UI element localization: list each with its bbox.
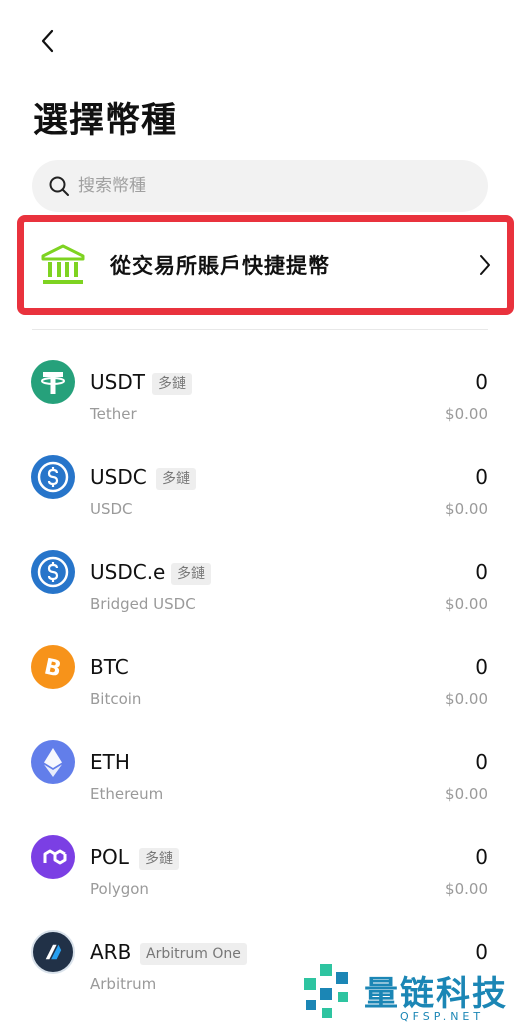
token-amount: 0 [475, 750, 488, 774]
token-chain-tag: Arbitrum One [140, 943, 247, 965]
token-symbol: ARB [90, 940, 132, 964]
watermark-subtext: QFSP.NET [400, 1010, 485, 1023]
token-amount: 0 [475, 560, 488, 584]
token-value: $0.00 [445, 785, 488, 803]
token-row-usdc-e[interactable]: USDC.e 多鏈 Bridged USDC 0 $0.00 [0, 526, 520, 621]
token-value: $0.00 [445, 405, 488, 423]
token-chain-tag: 多鏈 [156, 468, 196, 490]
svg-text:B: B [42, 654, 64, 682]
quick-withdraw-highlight: 從交易所賬戶快捷提幣 [17, 215, 514, 315]
token-name: Arbitrum [90, 975, 157, 993]
quick-withdraw-label: 從交易所賬戶快捷提幣 [110, 254, 330, 278]
token-amount: 0 [475, 370, 488, 394]
chevron-right-icon [475, 252, 495, 278]
token-value: $0.00 [445, 595, 488, 613]
token-symbol: USDC.e [90, 560, 166, 584]
token-amount: 0 [475, 940, 488, 964]
search-bar[interactable] [32, 160, 488, 212]
back-button[interactable] [30, 24, 64, 58]
tether-icon [31, 360, 75, 404]
token-symbol: BTC [90, 655, 129, 679]
watermark-logo-icon [304, 964, 348, 1018]
page-title: 選擇幣種 [33, 101, 178, 141]
polygon-icon [31, 835, 75, 879]
quick-withdraw-button[interactable]: 從交易所賬戶快捷提幣 [24, 222, 507, 308]
ethereum-icon [31, 740, 75, 784]
token-name: Ethereum [90, 785, 164, 803]
token-amount: 0 [475, 845, 488, 869]
token-name: Polygon [90, 880, 149, 898]
bitcoin-icon: B [31, 645, 75, 689]
token-row-usdt[interactable]: USDT 多鏈 Tether 0 $0.00 [0, 336, 520, 431]
token-symbol: ETH [90, 750, 130, 774]
usdc-icon [31, 550, 75, 594]
bank-icon [38, 242, 88, 288]
chevron-left-icon [41, 29, 54, 53]
token-value: $0.00 [445, 880, 488, 898]
token-name: USDC [90, 500, 133, 518]
token-amount: 0 [475, 655, 488, 679]
token-row-usdc[interactable]: USDC 多鏈 USDC 0 $0.00 [0, 431, 520, 526]
token-symbol: POL [90, 845, 129, 869]
usdc-icon [31, 455, 75, 499]
token-value: $0.00 [445, 690, 488, 708]
token-row-eth[interactable]: ETH Ethereum 0 $0.00 [0, 716, 520, 811]
watermark-text: 量链科技 [364, 974, 508, 1014]
token-chain-tag: 多鏈 [171, 563, 211, 585]
token-row-btc[interactable]: B BTC Bitcoin 0 $0.00 [0, 621, 520, 716]
token-name: Bridged USDC [90, 595, 196, 613]
token-value: $0.00 [445, 500, 488, 518]
token-chain-tag: 多鏈 [139, 848, 179, 870]
token-amount: 0 [475, 465, 488, 489]
token-row-pol[interactable]: POL 多鏈 Polygon 0 $0.00 [0, 811, 520, 906]
divider [32, 329, 488, 330]
token-symbol: USDT [90, 370, 145, 394]
token-symbol: USDC [90, 465, 147, 489]
arbitrum-icon [31, 930, 75, 974]
watermark: 量链科技 QFSP.NET [300, 962, 520, 1028]
token-name: Bitcoin [90, 690, 142, 708]
search-input[interactable] [78, 176, 458, 196]
token-name: Tether [90, 405, 137, 423]
token-chain-tag: 多鏈 [152, 373, 192, 395]
search-icon [49, 176, 69, 196]
